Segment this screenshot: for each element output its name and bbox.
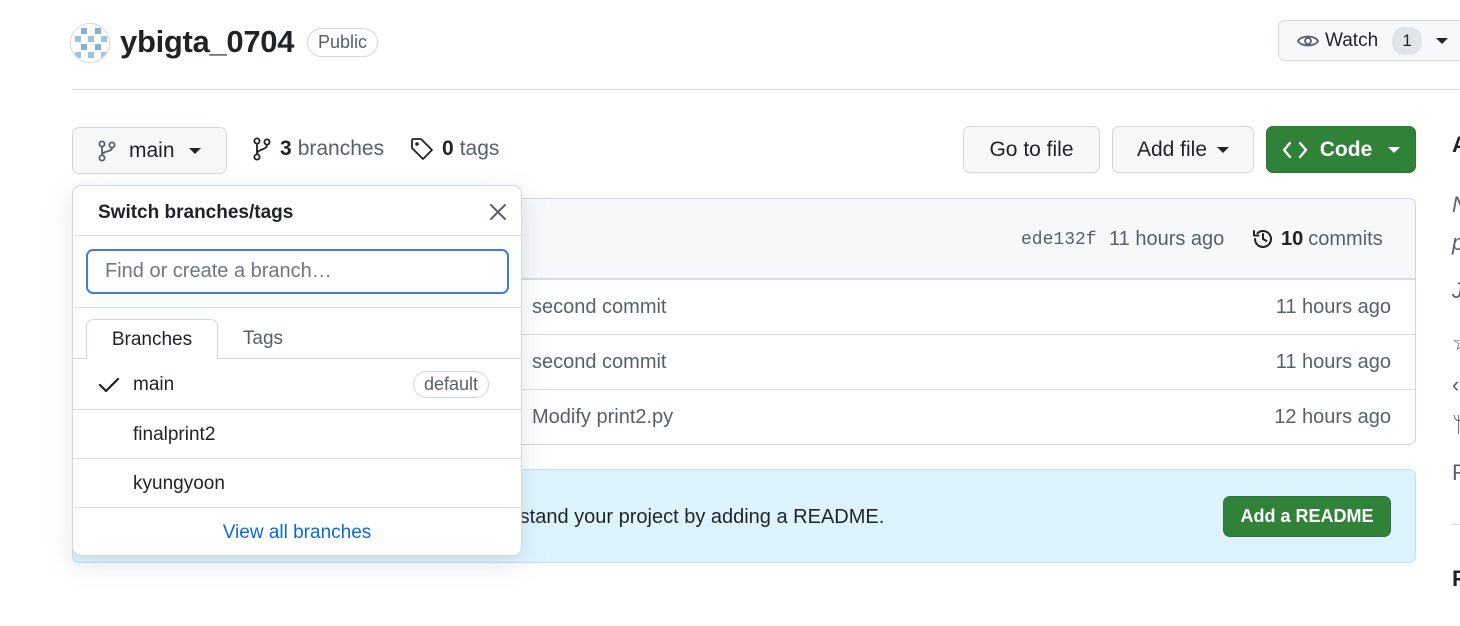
add-readme-button[interactable]: Add a README [1223, 496, 1391, 537]
file-commit-time: 12 hours ago [1274, 406, 1391, 428]
packages-heading-fragment: P [1452, 566, 1460, 591]
file-commit-message[interactable]: second commit [532, 351, 667, 374]
default-badge: default [413, 371, 490, 398]
tag-icon [411, 138, 433, 160]
close-icon[interactable] [487, 201, 509, 223]
about-heading-fragment: A [1452, 132, 1460, 157]
commits-count: 10 [1281, 227, 1304, 250]
file-commit-time: 11 hours ago [1275, 351, 1391, 373]
eye-icon [1297, 35, 1319, 46]
chevron-down-icon [1436, 37, 1449, 44]
branch-search-input[interactable] [86, 249, 509, 294]
tags-count: 0 [442, 137, 454, 160]
releases-fragment: R [1452, 460, 1460, 485]
git-branch-icon [98, 140, 116, 161]
check-icon [98, 377, 120, 393]
header-divider [72, 89, 1460, 90]
tab-tags[interactable]: Tags [218, 319, 308, 359]
repo-owner-avatar[interactable] [70, 23, 110, 63]
history-icon [1253, 230, 1272, 248]
add-file-label: Add file [1136, 137, 1208, 161]
popover-divider [73, 307, 521, 308]
watch-button[interactable]: Watch 1 [1278, 20, 1460, 61]
code-icon [1282, 141, 1307, 158]
repo-name[interactable]: ybigta_0704 [120, 24, 295, 60]
tags-link[interactable]: 0 tags [410, 137, 499, 161]
star-icon: ☆ [1452, 330, 1460, 356]
file-commit-time: 11 hours ago [1275, 296, 1391, 318]
about-text-fragment: p [1452, 230, 1460, 256]
branches-label: branches [297, 137, 385, 160]
go-to-file-button[interactable]: Go to file [963, 126, 1100, 173]
branch-item-main[interactable]: main default [73, 360, 521, 409]
tab-branches[interactable]: Branches [86, 319, 218, 359]
popover-title: Switch branches/tags [98, 202, 294, 223]
commit-sha[interactable]: ede132f [1021, 230, 1097, 250]
tags-label: tags [459, 137, 500, 160]
branch-item-kyungyoon[interactable]: kyungyoon [73, 459, 521, 508]
branches-link[interactable]: 3 branches [252, 137, 384, 161]
about-text-fragment: N [1452, 192, 1460, 218]
git-branch-icon [253, 137, 271, 161]
watch-label: Watch [1325, 29, 1379, 51]
branches-count: 3 [280, 137, 292, 160]
chevron-down-icon [1217, 146, 1230, 153]
file-commit-message[interactable]: Modify print2.py [532, 406, 673, 429]
list-divider [73, 507, 521, 508]
fork-icon: ᛘ [1452, 412, 1460, 437]
branch-select-button[interactable]: main [72, 127, 227, 174]
commits-label: commits [1308, 227, 1383, 250]
branch-name: kyungyoon [133, 473, 225, 494]
visibility-badge: Public [307, 28, 379, 57]
sidebar-divider [1452, 524, 1460, 525]
branch-name: main [133, 374, 175, 395]
chevron-down-icon [188, 147, 201, 154]
current-branch-label: main [129, 138, 175, 162]
go-to-file-label: Go to file [989, 137, 1074, 161]
code-label: Code [1319, 137, 1373, 161]
readme-banner-text: rstand your project by adding a README. [513, 506, 885, 528]
commits-link[interactable]: 10 commits [1251, 227, 1383, 251]
popover-divider [73, 235, 521, 236]
add-file-button[interactable]: Add file [1112, 126, 1254, 173]
commit-time: 11 hours ago [1109, 228, 1225, 250]
branch-item-finalprint2[interactable]: finalprint2 [73, 410, 521, 459]
file-commit-message[interactable]: second commit [532, 296, 667, 319]
view-all-branches-link[interactable]: View all branches [73, 522, 521, 544]
chevron-down-icon [1388, 146, 1401, 153]
about-text-fragment: J [1452, 278, 1460, 304]
branch-switcher-popover: Switch branches/tags Branches Tags main … [72, 185, 522, 556]
watch-count: 1 [1392, 26, 1423, 55]
eye-icon: ‹ [1452, 372, 1460, 397]
branch-name: finalprint2 [133, 424, 216, 445]
code-button[interactable]: Code [1266, 126, 1416, 173]
